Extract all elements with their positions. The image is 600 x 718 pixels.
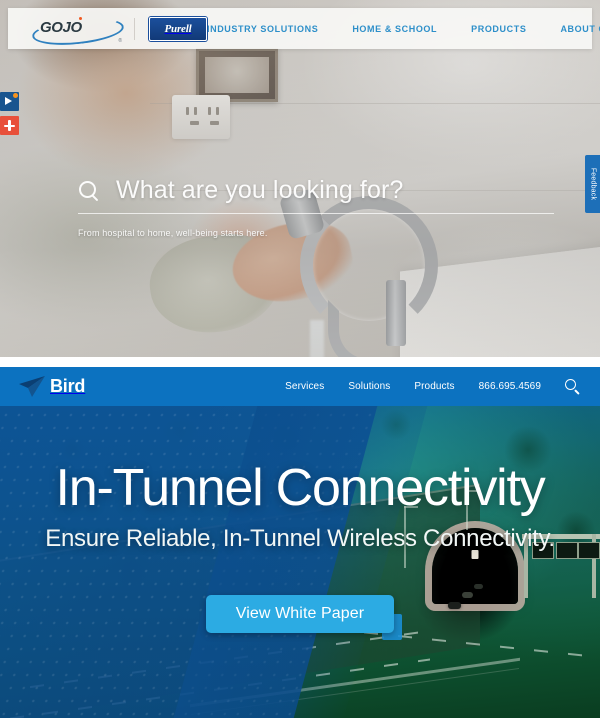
gojo-primary-nav: INDUSTRY SOLUTIONS HOME & SCHOOL PRODUCT… — [207, 24, 600, 34]
gojo-hero-search: What are you looking for? From hospital … — [78, 176, 554, 238]
bird-hero-section: Bird Services Solutions Products 866.695… — [0, 367, 600, 718]
gojo-tagline: From hospital to home, well-being starts… — [78, 228, 268, 238]
bird-wordmark: Bird — [50, 376, 86, 396]
bird-hero-copy: In-Tunnel Connectivity Ensure Reliable, … — [0, 406, 600, 634]
search-icon — [78, 180, 100, 202]
screenshot-canvas: GOJO ® Purell INDUSTRY SOLUTIONS HOME & … — [0, 0, 600, 718]
hero-title: In-Tunnel Connectivity — [55, 459, 545, 517]
hero-subtitle: Ensure Reliable, In-Tunnel Wireless Conn… — [45, 525, 555, 553]
bird-top-navbar: Bird Services Solutions Products 866.695… — [0, 367, 600, 406]
nav-item-products[interactable]: PRODUCTS — [471, 24, 526, 34]
search-icon[interactable] — [565, 379, 580, 394]
view-white-paper-button[interactable]: View White Paper — [205, 595, 395, 634]
hero-cta-wrapper: View White Paper — [0, 595, 600, 634]
gojo-wordmark: GOJO — [40, 18, 82, 36]
search-input-placeholder: What are you looking for? — [116, 176, 404, 204]
brand-divider — [134, 17, 135, 40]
nav-item-solutions[interactable]: Solutions — [348, 381, 390, 392]
bird-logo[interactable]: Bird — [18, 375, 85, 399]
nav-item-industry-solutions[interactable]: INDUSTRY SOLUTIONS — [207, 24, 318, 34]
notification-badge-icon — [13, 93, 18, 98]
nav-item-products[interactable]: Products — [414, 381, 454, 392]
gojo-brand-group: GOJO ® Purell — [30, 13, 207, 49]
nav-item-home-and-school[interactable]: HOME & SCHOOL — [352, 24, 437, 34]
gojo-accent-dot-icon — [79, 16, 82, 20]
gojo-search-field[interactable]: What are you looking for? — [78, 176, 554, 214]
bird-primary-nav: Services Solutions Products 866.695.4569 — [285, 379, 580, 394]
gojo-top-navbar: GOJO ® Purell INDUSTRY SOLUTIONS HOME & … — [8, 8, 600, 49]
video-widget-button[interactable] — [0, 92, 19, 111]
plus-icon-vertical — [8, 120, 11, 131]
nav-item-services[interactable]: Services — [285, 381, 324, 392]
feedback-tab-label: Feedback — [589, 167, 596, 201]
gojo-trademark: ® — [118, 37, 122, 44]
gojo-logo[interactable]: GOJO ® — [30, 13, 126, 49]
play-video-icon — [5, 97, 12, 105]
contact-phone-number[interactable]: 866.695.4569 — [479, 381, 541, 392]
feedback-tab[interactable]: Feedback — [585, 155, 600, 213]
paper-plane-icon — [18, 375, 48, 399]
nav-item-about-gojo[interactable]: ABOUT GOJO — [560, 24, 600, 34]
gojo-side-widgets — [0, 92, 19, 140]
purell-wordmark: Purell — [164, 22, 192, 35]
purell-logo[interactable]: Purell — [149, 16, 207, 41]
add-widget-button[interactable] — [0, 116, 19, 135]
gojo-hero-section: GOJO ® Purell INDUSTRY SOLUTIONS HOME & … — [0, 0, 600, 357]
